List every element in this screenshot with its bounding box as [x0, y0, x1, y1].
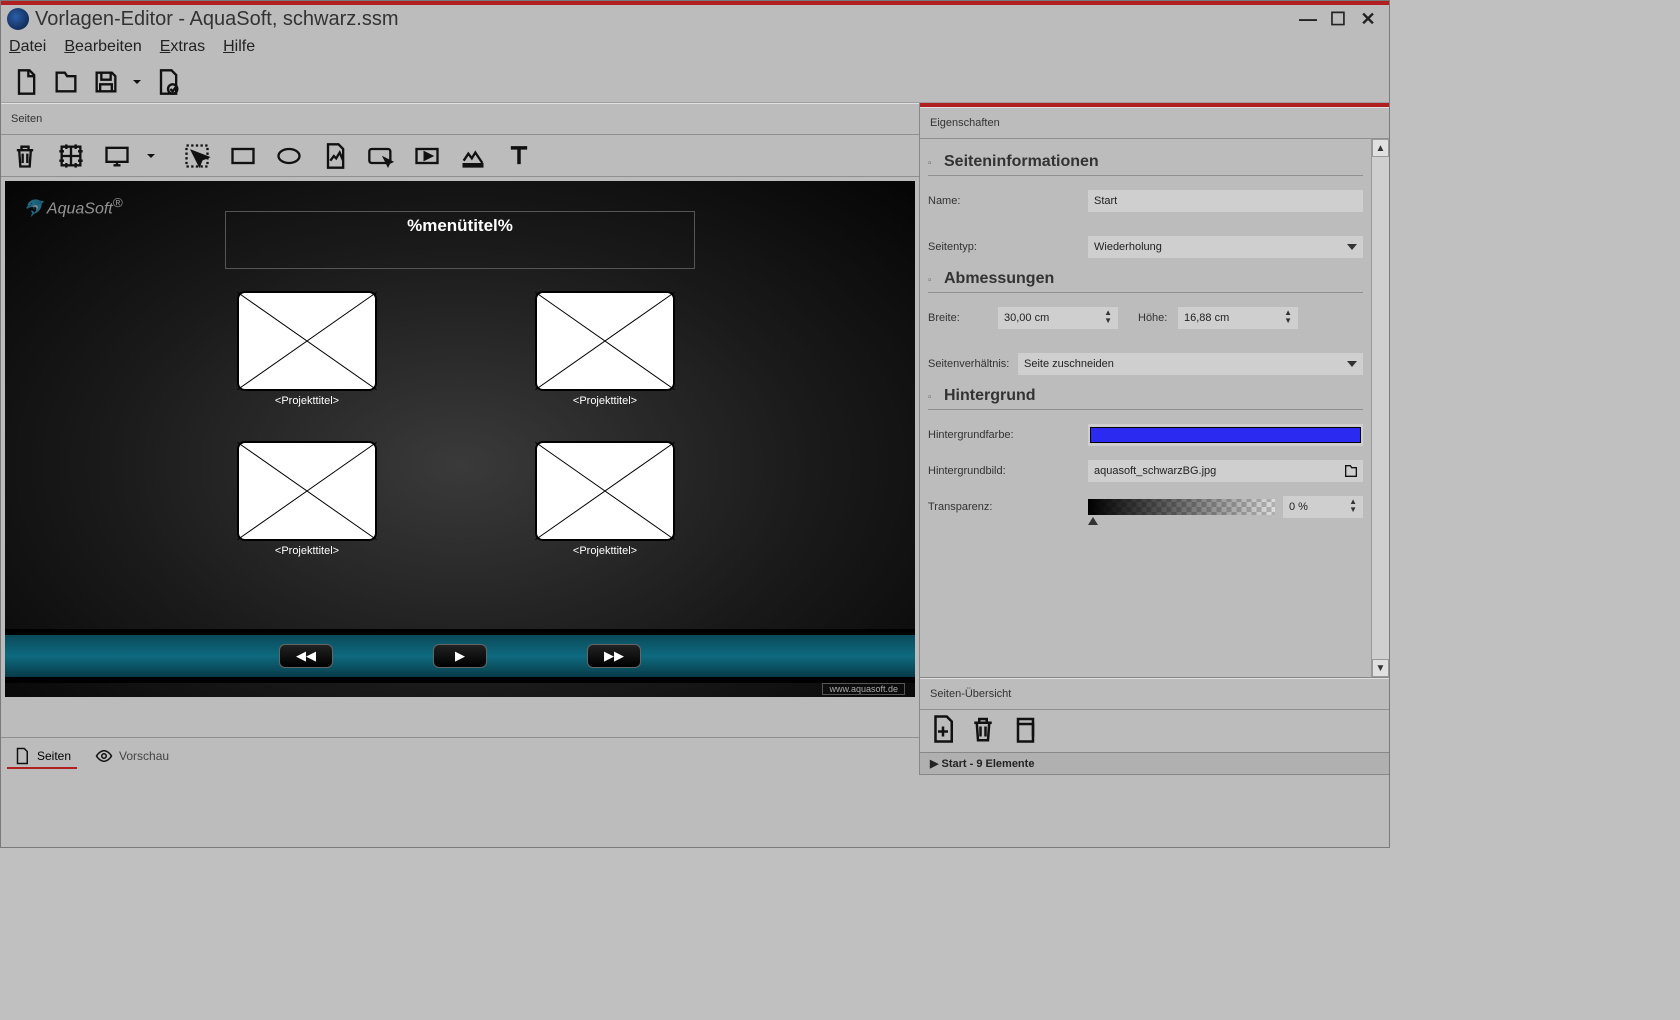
text-tool-icon[interactable]: [499, 138, 539, 174]
menu-title-placeholder[interactable]: %menütitel%: [225, 211, 695, 269]
tab-pages[interactable]: Seiten: [7, 745, 77, 769]
close-button[interactable]: ✕: [1353, 7, 1383, 31]
width-label: Breite:: [928, 312, 998, 324]
project-thumb-3[interactable]: <Projekttitel>: [237, 441, 377, 557]
url-label: www.aquasoft.de: [822, 683, 905, 695]
height-field[interactable]: 16,88 cm▲▼: [1178, 307, 1298, 329]
project-thumb-4[interactable]: <Projekttitel>: [535, 441, 675, 557]
ellipse-tool-icon[interactable]: [269, 138, 309, 174]
section-background[interactable]: ▫Hintergrund: [928, 381, 1363, 410]
chevron-down-icon: [1347, 244, 1357, 250]
page-toolbar: [1, 135, 919, 177]
menu-edit[interactable]: Bearbeiten: [64, 38, 141, 56]
pagetype-select[interactable]: Wiederholung: [1088, 236, 1363, 258]
eye-icon: [95, 747, 113, 765]
main-toolbar: [1, 61, 1389, 103]
page-canvas[interactable]: 🐬 AquaSoft® %menütitel% <Projekttitel> <…: [5, 181, 915, 697]
properties-panel-title: Eigenschaften: [920, 107, 1389, 139]
screen-icon[interactable]: [97, 138, 137, 174]
bgimage-field[interactable]: aquasoft_schwarzBG.jpg: [1088, 460, 1363, 482]
browse-icon[interactable]: [1343, 463, 1359, 479]
select-tool-icon[interactable]: [177, 138, 217, 174]
delete-page-icon[interactable]: [968, 714, 998, 749]
section-page-info[interactable]: ▫Seiteninformationen: [928, 147, 1363, 176]
screen-dropdown-icon[interactable]: [143, 138, 159, 174]
bgcolor-swatch[interactable]: [1088, 424, 1363, 446]
open-file-icon[interactable]: [49, 65, 83, 99]
rewind-button[interactable]: ◀◀: [279, 644, 333, 668]
save-icon[interactable]: [89, 65, 123, 99]
filmstrip: ◀◀ ▶ ▶▶: [5, 629, 915, 683]
overview-panel-title: Seiten-Übersicht: [920, 678, 1389, 710]
height-label: Höhe:: [1118, 312, 1178, 324]
overview-toolbar: [920, 710, 1389, 752]
window-title: Vorlagen-Editor - AquaSoft, schwarz.ssm: [35, 8, 1293, 31]
forward-button[interactable]: ▶▶: [587, 644, 641, 668]
page-icon: [13, 747, 31, 765]
properties-scrollbar[interactable]: ▲ ▼: [1371, 139, 1389, 677]
section-dimensions[interactable]: ▫Abmessungen: [928, 264, 1363, 293]
pagetype-label: Seitentyp:: [928, 241, 1088, 253]
rectangle-tool-icon[interactable]: [223, 138, 263, 174]
overview-item-start[interactable]: ▶ Start - 9 Elemente: [920, 752, 1389, 775]
menu-file[interactable]: Datei: [9, 38, 46, 56]
minimize-button[interactable]: —: [1293, 7, 1323, 31]
bottom-tabs: Seiten Vorschau: [1, 737, 919, 775]
slideshow-tool-icon[interactable]: [453, 138, 493, 174]
menu-help[interactable]: Hilfe: [223, 38, 255, 56]
name-field[interactable]: Start: [1088, 190, 1363, 212]
transparency-label: Transparenz:: [928, 501, 1088, 513]
image-tool-icon[interactable]: [315, 138, 355, 174]
bgimage-label: Hintergrundbild:: [928, 465, 1088, 477]
menu-extras[interactable]: Extras: [160, 38, 205, 56]
titlebar: Vorlagen-Editor - AquaSoft, schwarz.ssm …: [1, 1, 1389, 33]
width-field[interactable]: 30,00 cm▲▼: [998, 307, 1118, 329]
ratio-select[interactable]: Seite zuschneiden: [1018, 353, 1363, 375]
add-page-icon[interactable]: [928, 714, 958, 749]
name-label: Name:: [928, 195, 1088, 207]
apply-template-icon[interactable]: [151, 65, 185, 99]
aquasoft-logo: 🐬 AquaSoft®: [23, 195, 123, 218]
save-dropdown-icon[interactable]: [129, 65, 145, 99]
scroll-down-icon[interactable]: ▼: [1372, 659, 1389, 677]
chevron-down-icon: [1347, 361, 1357, 367]
project-thumb-2[interactable]: <Projekttitel>: [535, 291, 675, 407]
delete-icon[interactable]: [5, 138, 45, 174]
project-thumb-1[interactable]: <Projekttitel>: [237, 291, 377, 407]
transparency-slider[interactable]: [1088, 499, 1275, 515]
grid-icon[interactable]: [51, 138, 91, 174]
pages-panel-title: Seiten: [1, 103, 919, 135]
transparency-field[interactable]: 0 %▲▼: [1283, 496, 1363, 518]
tab-preview[interactable]: Vorschau: [89, 745, 175, 769]
scroll-up-icon[interactable]: ▲: [1372, 139, 1389, 157]
bgcolor-label: Hintergrundfarbe:: [928, 429, 1088, 441]
maximize-button[interactable]: ☐: [1323, 7, 1353, 31]
button-tool-icon[interactable]: [361, 138, 401, 174]
duplicate-page-icon[interactable]: [1008, 714, 1038, 749]
menubar: Datei Bearbeiten Extras Hilfe: [1, 33, 1389, 61]
play-button[interactable]: ▶: [433, 644, 487, 668]
new-file-icon[interactable]: [9, 65, 43, 99]
video-tool-icon[interactable]: [407, 138, 447, 174]
app-icon: [7, 8, 29, 30]
